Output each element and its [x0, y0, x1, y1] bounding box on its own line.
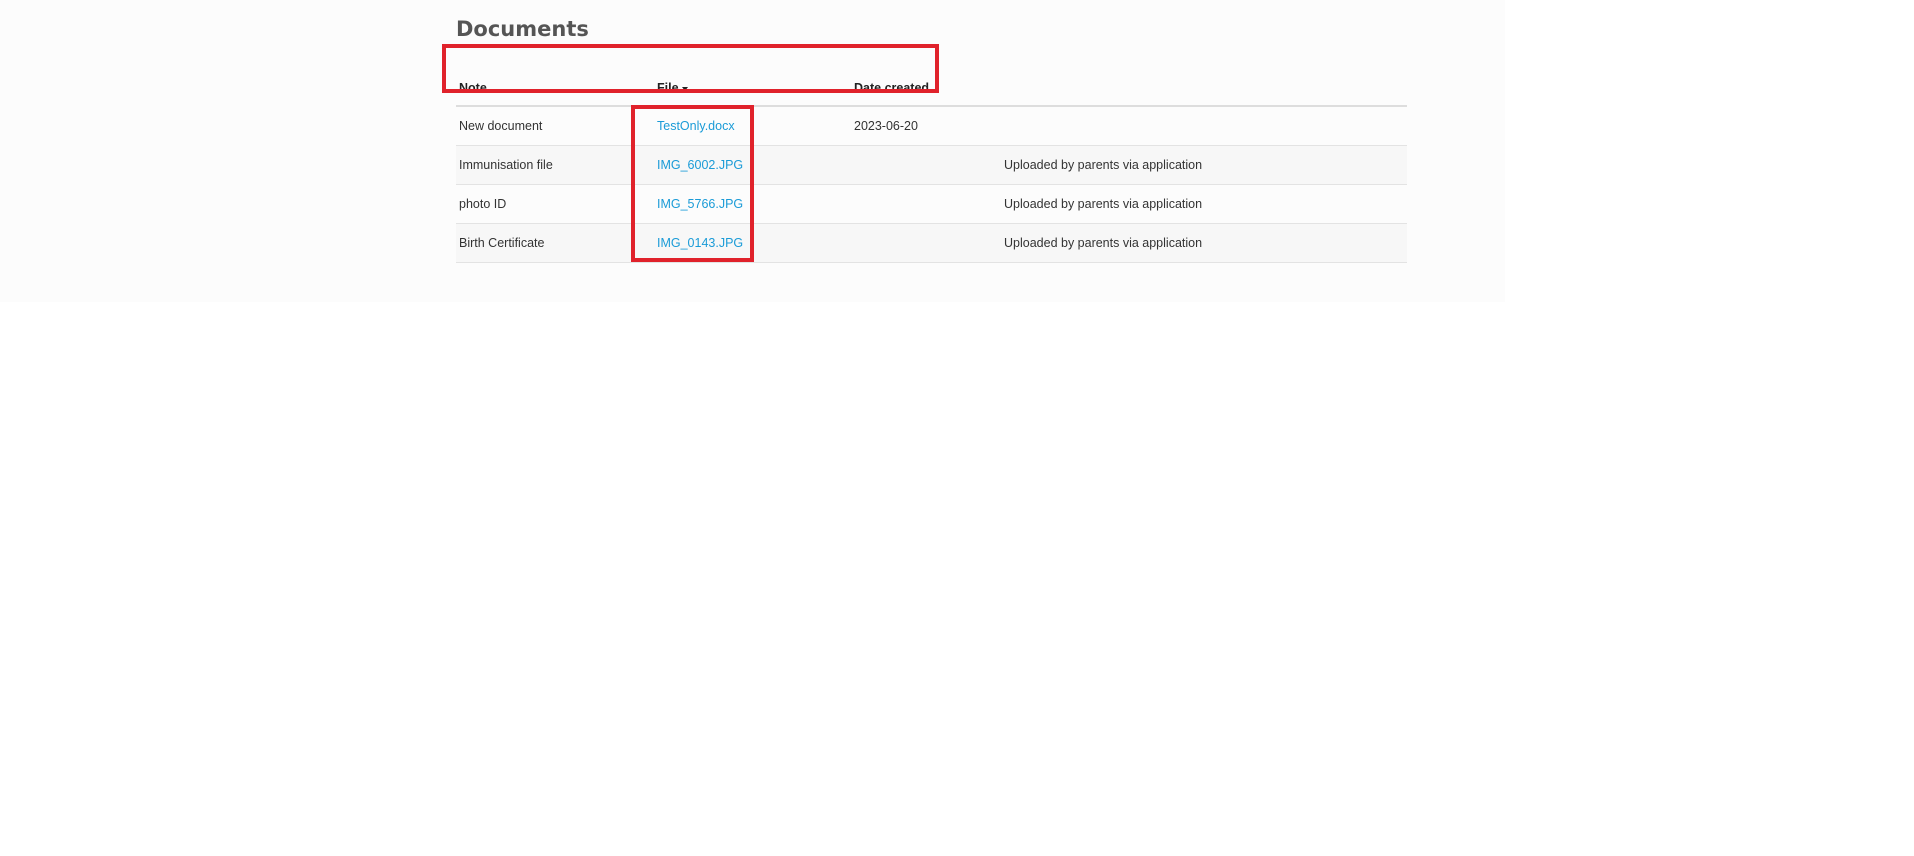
sort-caret-down-icon	[681, 86, 688, 91]
cell-date-created	[851, 184, 1001, 224]
column-header-extra	[1001, 58, 1407, 107]
table-body: New document TestOnly.docx 2023-06-20 Im…	[456, 106, 1407, 263]
table-row: photo ID IMG_5766.JPG Uploaded by parent…	[456, 184, 1407, 224]
cell-file: IMG_5766.JPG	[654, 184, 851, 224]
file-link[interactable]: TestOnly.docx	[657, 119, 735, 133]
column-header-note-label: Note	[459, 81, 487, 95]
cell-date-created	[851, 223, 1001, 263]
column-header-date-created[interactable]: Date created	[851, 58, 1001, 107]
cell-date-created: 2023-06-20	[851, 106, 1001, 146]
cell-file: IMG_6002.JPG	[654, 145, 851, 185]
file-link[interactable]: IMG_6002.JPG	[657, 158, 743, 172]
cell-note: Birth Certificate	[456, 223, 654, 263]
cell-note: Immunisation file	[456, 145, 654, 185]
column-header-file[interactable]: File	[654, 58, 851, 107]
table-row: New document TestOnly.docx 2023-06-20	[456, 106, 1407, 146]
column-header-note[interactable]: Note	[456, 58, 654, 107]
cell-file: TestOnly.docx	[654, 106, 851, 146]
column-header-date-created-label: Date created	[854, 81, 930, 95]
page-title: Documents	[456, 17, 589, 41]
cell-note: photo ID	[456, 184, 654, 224]
table-row: Birth Certificate IMG_0143.JPG Uploaded …	[456, 223, 1407, 263]
documents-panel: Documents Note File Date created New doc…	[0, 0, 1505, 302]
file-link[interactable]: IMG_0143.JPG	[657, 236, 743, 250]
file-link[interactable]: IMG_5766.JPG	[657, 197, 743, 211]
table-row: Immunisation file IMG_6002.JPG Uploaded …	[456, 145, 1407, 185]
cell-file: IMG_0143.JPG	[654, 223, 851, 263]
cell-extra	[1001, 106, 1407, 146]
cell-extra: Uploaded by parents via application	[1001, 145, 1407, 185]
table-header: Note File Date created	[456, 58, 1407, 107]
cell-extra: Uploaded by parents via application	[1001, 223, 1407, 263]
cell-note: New document	[456, 106, 654, 146]
header-row: Note File Date created	[456, 58, 1407, 107]
cell-extra: Uploaded by parents via application	[1001, 184, 1407, 224]
column-header-file-label: File	[657, 81, 679, 95]
documents-table: Note File Date created New document Test…	[456, 58, 1407, 263]
cell-date-created	[851, 145, 1001, 185]
